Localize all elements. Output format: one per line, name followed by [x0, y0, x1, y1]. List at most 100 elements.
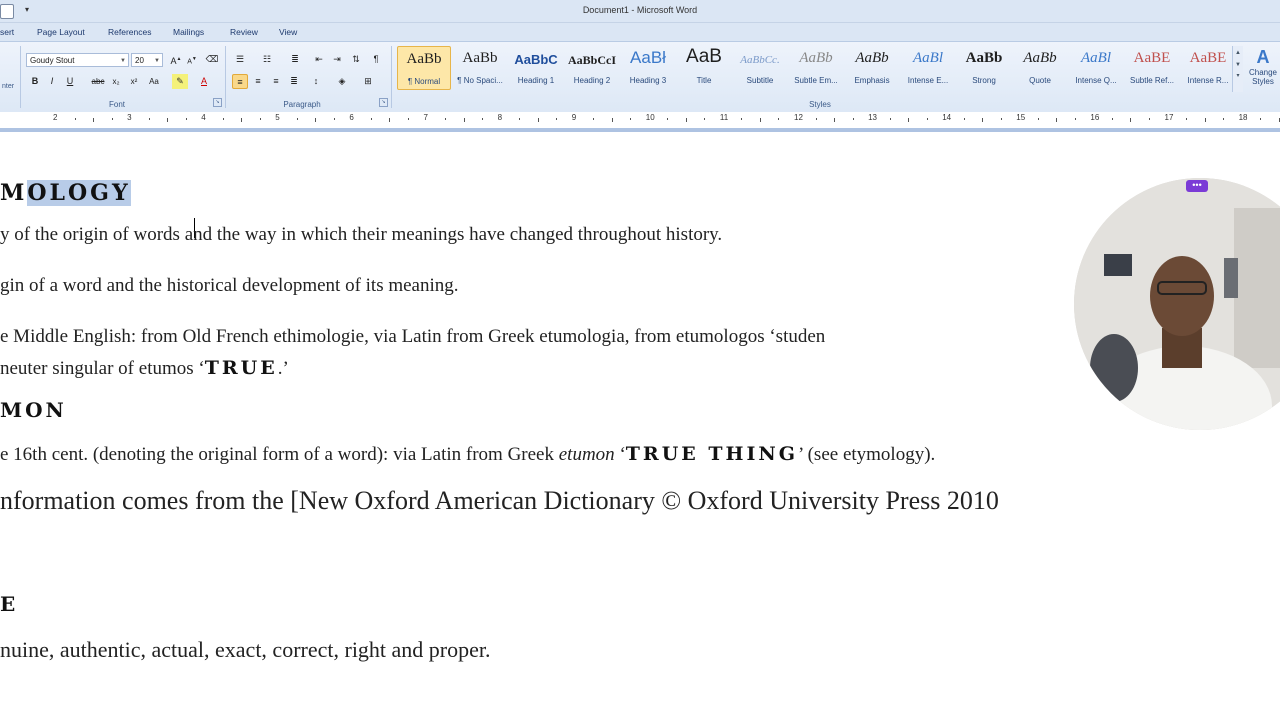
- ruler-tick: [407, 118, 409, 120]
- tab-page-layout[interactable]: Page Layout: [37, 27, 85, 37]
- style-name: Intense R...: [1187, 76, 1229, 85]
- superscript-button[interactable]: x²: [126, 74, 142, 89]
- true-thing-words: TRUE THING: [625, 443, 798, 465]
- heading-prefix: M: [0, 180, 28, 206]
- font-name-combo[interactable]: Goudy Stout ▼: [26, 53, 129, 67]
- style-subtle-emphasis[interactable]: AaBb Subtle Em...: [789, 46, 843, 90]
- paragraph-dialog-launcher-icon[interactable]: ↘: [379, 98, 388, 107]
- multilevel-list-icon[interactable]: ≣: [287, 52, 303, 67]
- style-strong[interactable]: AaBb Strong: [957, 46, 1011, 90]
- source-line: nformation comes from the [New Oxford Am…: [0, 486, 999, 515]
- ruler-tick: [315, 118, 317, 122]
- style-intense-quote[interactable]: AaBl Intense Q...: [1069, 46, 1123, 90]
- strikethrough-button[interactable]: abc: [90, 74, 106, 89]
- webcam-overlay[interactable]: •••: [1074, 178, 1280, 430]
- font-dialog-launcher-icon[interactable]: ↘: [213, 98, 222, 107]
- ruler-tick: [1148, 118, 1150, 120]
- etymon-italic: etumon: [558, 444, 615, 465]
- chevron-up-icon[interactable]: ▲: [1233, 50, 1243, 56]
- group-separator: [391, 46, 392, 108]
- font-size-value: 20: [135, 56, 144, 65]
- increase-indent-icon[interactable]: ⇥: [329, 52, 345, 67]
- bold-button[interactable]: B: [27, 74, 43, 89]
- font-size-combo[interactable]: 20 ▼: [131, 53, 163, 67]
- gallery-more-icon[interactable]: ▾: [1233, 72, 1243, 79]
- horizontal-ruler[interactable]: 2 3 4 5 6 7 8 9 10 11 12 13 14 15 16 17 18: [0, 112, 1280, 132]
- style-intense-reference[interactable]: AaBE Intense R...: [1181, 46, 1235, 90]
- style-sample: AaBb: [406, 51, 442, 67]
- chevron-down-icon[interactable]: ▼: [1233, 62, 1243, 68]
- ruler-tick: [111, 118, 113, 120]
- borders-icon[interactable]: ⊞: [360, 74, 376, 89]
- line-spacing-icon[interactable]: ↕: [308, 74, 324, 89]
- heading-etymology[interactable]: MOLOGY: [0, 180, 131, 206]
- sort-icon[interactable]: ⇅: [348, 52, 364, 67]
- align-right-button[interactable]: ≡: [268, 74, 284, 89]
- font-color-icon[interactable]: A: [196, 74, 212, 89]
- style-title[interactable]: AaB Title: [677, 46, 731, 90]
- ruler-tick: [148, 118, 150, 120]
- ruler-tick: [834, 118, 836, 122]
- ruler-tick: [241, 118, 243, 122]
- style-sample: AaBE: [1133, 50, 1171, 66]
- styles-gallery: AaBb ¶ Normal AaBb ¶ No Spaci... AaBbC H…: [396, 46, 1244, 92]
- style-quote[interactable]: AaBb Quote: [1013, 46, 1067, 90]
- underline-button[interactable]: U: [62, 74, 78, 89]
- selected-text[interactable]: OLOGY: [27, 180, 131, 206]
- style-no-spacing[interactable]: AaBb ¶ No Spaci...: [453, 46, 507, 90]
- grow-font-icon[interactable]: A▲: [168, 52, 184, 67]
- ruler-tick: [741, 118, 743, 120]
- chevron-down-icon[interactable]: ▼: [120, 54, 126, 68]
- ruler-tick: [519, 118, 521, 120]
- webcam-menu-button[interactable]: •••: [1186, 180, 1208, 192]
- style-heading-3[interactable]: AaBł Heading 3: [621, 46, 675, 90]
- show-formatting-icon[interactable]: ¶: [368, 52, 384, 67]
- style-subtle-reference[interactable]: AaBE Subtle Ref...: [1125, 46, 1179, 90]
- ruler-tick: [759, 118, 761, 122]
- align-center-button[interactable]: ≡: [250, 74, 266, 89]
- tab-references[interactable]: References: [108, 27, 151, 37]
- numbering-icon[interactable]: ☷: [259, 52, 275, 67]
- gallery-scrollbar[interactable]: ▲ ▼ ▾: [1232, 46, 1243, 92]
- style-name: ¶ Normal: [407, 77, 441, 86]
- tab-view[interactable]: View: [279, 27, 297, 37]
- highlight-icon[interactable]: ✎: [172, 74, 188, 89]
- style-heading-1[interactable]: AaBbC Heading 1: [509, 46, 563, 90]
- ruler-number: 2: [53, 113, 58, 122]
- tab-review[interactable]: Review: [230, 27, 258, 37]
- ruler-tick: [185, 118, 187, 120]
- justify-button[interactable]: ≣: [286, 74, 302, 89]
- style-name: Heading 2: [573, 76, 611, 85]
- style-sample: AaBł: [630, 48, 666, 67]
- italic-button[interactable]: I: [44, 74, 60, 89]
- style-name: Title: [696, 76, 712, 85]
- ruler-tick: [556, 118, 558, 120]
- style-name: Quote: [1029, 76, 1051, 85]
- tab-insert[interactable]: sert: [0, 27, 14, 37]
- subscript-button[interactable]: x₂: [108, 74, 124, 89]
- change-case-button[interactable]: Aa: [146, 74, 162, 89]
- style-sample: AaBbCcI: [567, 53, 616, 67]
- ruler-number: 14: [942, 113, 952, 122]
- etymon-text: e 16th cent. (denoting the original form…: [0, 444, 559, 465]
- style-emphasis[interactable]: AaBb Emphasis: [845, 46, 899, 90]
- style-subtitle[interactable]: AaBbCc. Subtitle: [733, 46, 787, 90]
- shading-icon[interactable]: ◈: [334, 74, 350, 89]
- shrink-font-icon[interactable]: A▼: [184, 52, 200, 67]
- chevron-down-icon[interactable]: ▼: [154, 54, 160, 68]
- style-normal[interactable]: AaBb ¶ Normal: [397, 46, 451, 90]
- tab-mailings[interactable]: Mailings: [173, 27, 204, 37]
- clear-formatting-icon[interactable]: ⌫: [204, 52, 220, 67]
- align-left-button[interactable]: ≡: [232, 74, 248, 89]
- ruler-tick: [1223, 118, 1225, 120]
- ruler-tick: [167, 118, 169, 122]
- style-sample: AaBb: [855, 50, 889, 66]
- ruler-tick: [611, 118, 613, 122]
- decrease-indent-icon[interactable]: ⇤: [311, 52, 327, 67]
- style-intense-emphasis[interactable]: AaBl Intense E...: [901, 46, 955, 90]
- style-heading-2[interactable]: AaBbCcI Heading 2: [565, 46, 619, 90]
- change-styles-button[interactable]: A Change Styles: [1246, 46, 1280, 94]
- group-separator: [20, 46, 21, 108]
- bullets-icon[interactable]: ☰: [232, 52, 248, 67]
- ruler-tick: [445, 118, 447, 120]
